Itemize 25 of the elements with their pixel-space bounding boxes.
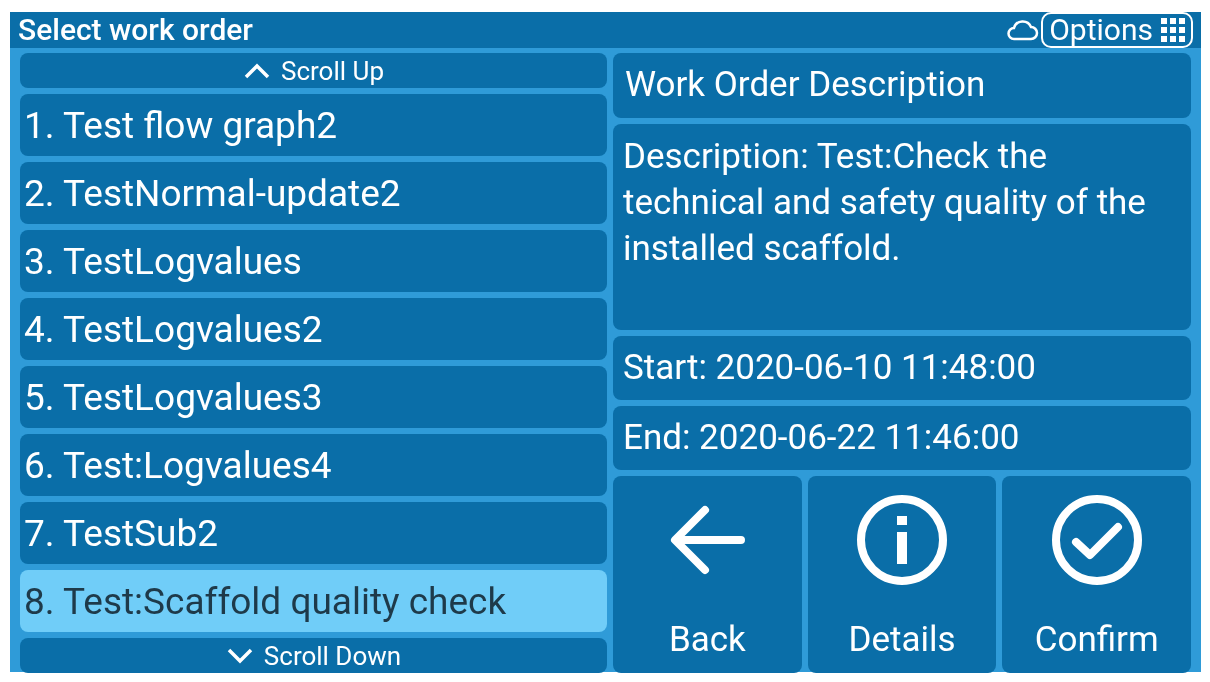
work-order-item[interactable]: 6. Test:Logvalues4 [20, 434, 607, 496]
description-text: Description: Test:Check the technical and safety quality of the installed scaffold. [613, 124, 1191, 330]
back-button[interactable]: Back [613, 476, 802, 673]
work-order-item[interactable]: 7. TestSub2 [20, 502, 607, 564]
end-time: End: 2020-06-22 11:46:00 [613, 406, 1191, 470]
work-order-item[interactable]: 4. TestLogvalues2 [20, 298, 607, 360]
window-title: Select work order [18, 15, 253, 45]
work-order-item[interactable]: 5. TestLogvalues3 [20, 366, 607, 428]
options-button[interactable]: Options [1041, 12, 1193, 48]
work-order-item[interactable]: 1. Test flow graph2 [20, 94, 607, 156]
details-button[interactable]: Details [807, 476, 997, 673]
work-order-item[interactable]: 2. TestNormal-update2 [20, 162, 607, 224]
work-order-item[interactable]: 8. Test:Scaffold quality check [20, 570, 607, 632]
scroll-down-button[interactable]: Scroll Down [20, 638, 607, 673]
start-time: Start: 2020-06-10 11:48:00 [613, 336, 1191, 400]
confirm-button[interactable]: Confirm [1002, 476, 1191, 673]
chevron-up-icon [243, 62, 271, 79]
section-heading: Work Order Description [613, 53, 1191, 118]
info-icon [856, 494, 948, 586]
cloud-icon [1005, 18, 1040, 42]
check-circle-icon [1050, 494, 1143, 586]
chevron-down-icon [225, 647, 254, 664]
work-order-item[interactable]: 3. TestLogvalues [20, 230, 607, 292]
grid-icon [1161, 18, 1185, 42]
scroll-up-button[interactable]: Scroll Up [20, 53, 607, 88]
